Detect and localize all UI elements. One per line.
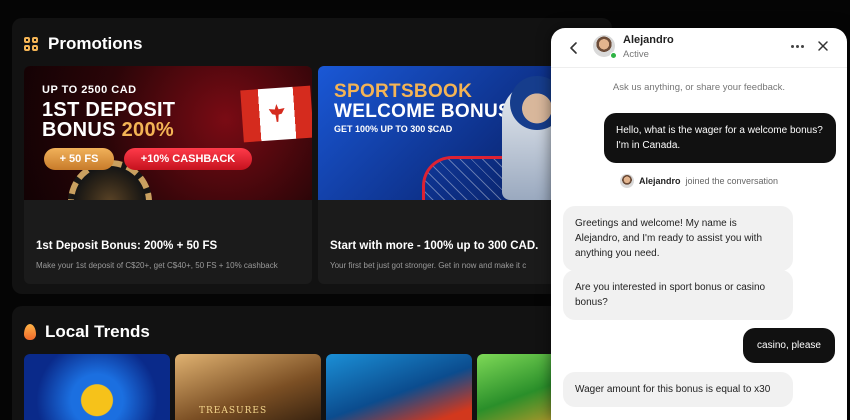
local-trends-header: Local Trends [24, 322, 150, 342]
canada-flag-icon [240, 85, 312, 143]
banner-subtext: GET 100% UP TO 300 $CAD [334, 124, 453, 134]
promo-banner-first-deposit: UP TO 2500 CAD 1ST DEPOSIT BONUS 200% + … [24, 66, 312, 200]
chat-header: Alejandro Active [551, 28, 847, 68]
game-tile-tag: TREASURES [199, 406, 268, 416]
casino-page: Promotions UP TO 2500 CAD 1ST DEPOSIT BO… [0, 0, 850, 420]
more-options-icon[interactable] [791, 41, 805, 51]
agent-avatar-small [619, 174, 634, 188]
join-agent-name: Alejandro [638, 176, 681, 186]
agent-message: Greetings and welcome! My name is Alejan… [563, 206, 793, 271]
promotions-title: Promotions [48, 34, 143, 53]
join-text: joined the conversation [685, 176, 779, 186]
support-chat-widget: Alejandro Active Ask us anything, or sha… [551, 28, 847, 420]
banner-headline: 1ST DEPOSIT BONUS 200% [42, 99, 176, 141]
agent-joined-notice: Alejandro joined the conversation [551, 174, 847, 188]
promo-card-description: Make your 1st deposit of C$20+, get C$40… [36, 261, 278, 270]
agent-name: Alejandro [623, 34, 674, 46]
agent-status: Active [623, 49, 649, 60]
game-tile-lightning[interactable] [24, 354, 170, 420]
chat-hint: Ask us anything, or share your feedback. [612, 82, 786, 93]
promo-card-first-deposit[interactable]: UP TO 2500 CAD 1ST DEPOSIT BONUS 200% + … [24, 66, 312, 284]
free-spins-badge: + 50 FS [44, 148, 114, 170]
close-icon[interactable] [817, 40, 829, 52]
promotions-header: Promotions [24, 34, 142, 54]
banner-top-text: UP TO 2500 CAD [42, 84, 137, 96]
promo-card-title: 1st Deposit Bonus: 200% + 50 FS [36, 240, 218, 252]
agent-message: Wager amount for this bonus is equal to … [563, 372, 793, 407]
promotions-icon [24, 36, 39, 52]
agent-message: Are you interested in sport bonus or cas… [563, 270, 793, 320]
cashback-badge: +10% CASHBACK [124, 148, 252, 170]
online-status-icon [610, 52, 617, 59]
game-tile-fish[interactable] [326, 354, 472, 420]
flame-icon [24, 324, 36, 340]
back-arrow-icon[interactable] [567, 39, 581, 57]
user-message: Hello, what is the wager for a welcome b… [604, 113, 836, 163]
local-trends-title: Local Trends [45, 322, 150, 341]
promotions-section: Promotions UP TO 2500 CAD 1ST DEPOSIT BO… [12, 18, 612, 294]
local-trends-section: Local Trends TREASURES [12, 306, 612, 420]
promo-card-description: Your first bet just got stronger. Get in… [330, 261, 527, 270]
promo-card-title: Start with more - 100% up to 300 CAD. [330, 240, 539, 252]
banner-headline: SPORTSBOOK WELCOME BONUS [334, 81, 512, 122]
user-message: casino, please [743, 328, 835, 363]
game-tile-treasures[interactable]: TREASURES [175, 354, 321, 420]
